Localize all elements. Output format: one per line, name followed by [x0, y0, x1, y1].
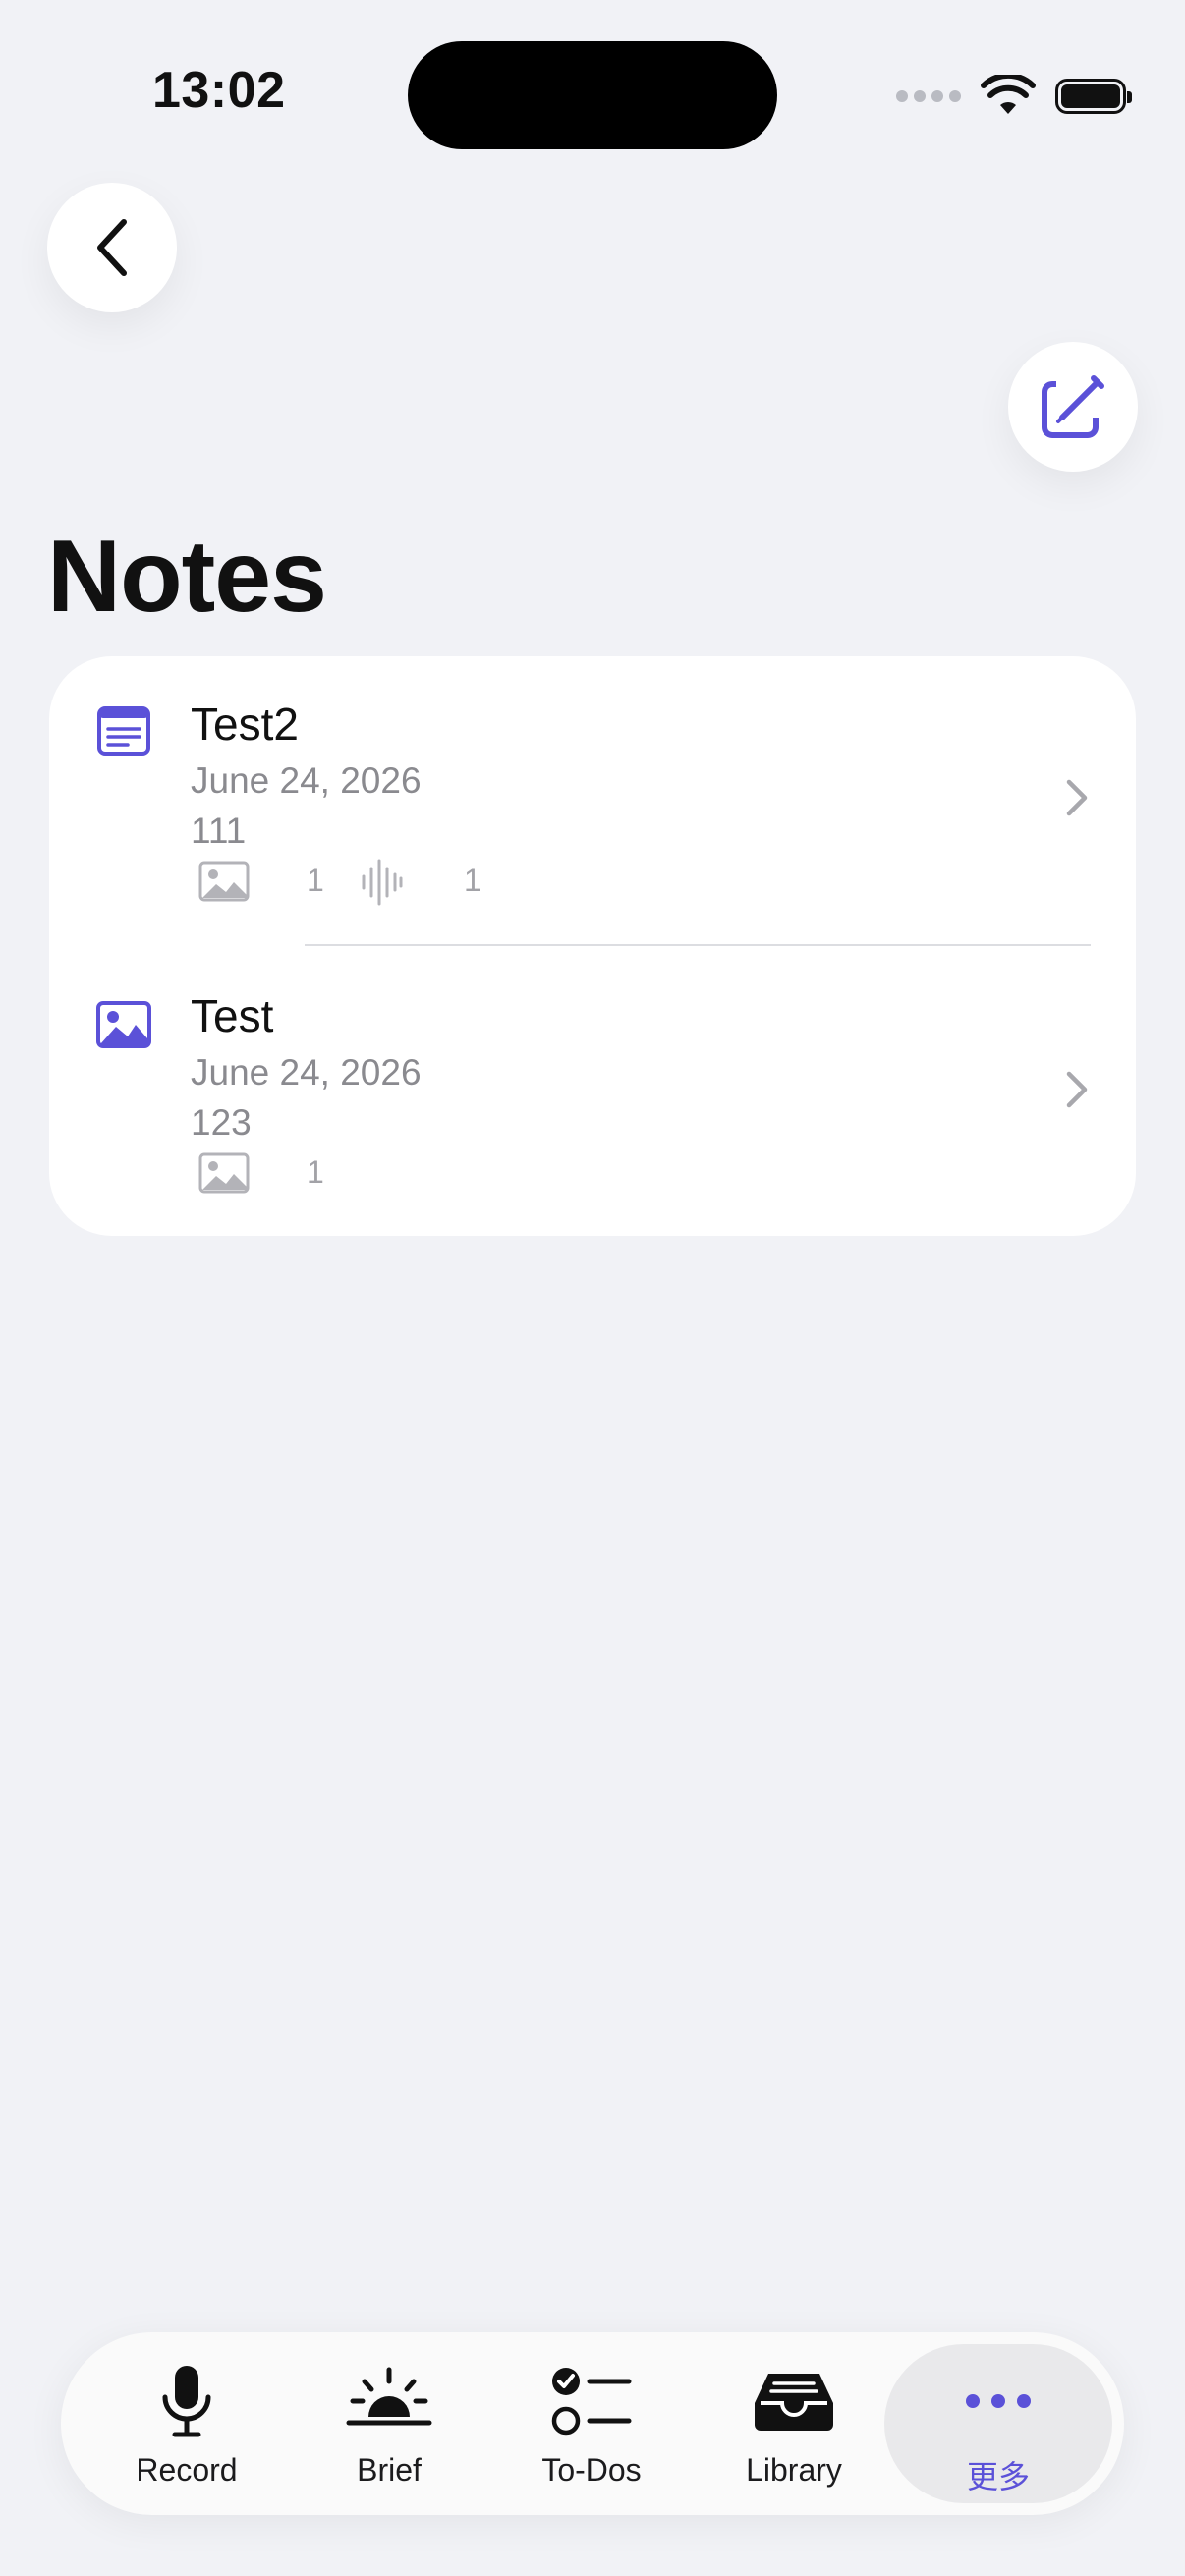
note-divider — [305, 944, 1091, 946]
tab-label: To-Dos — [541, 2452, 642, 2488]
audio-count: 1 — [464, 863, 481, 898]
note-title: Test — [191, 990, 274, 1041]
tray-icon — [755, 2374, 833, 2431]
tab-todos[interactable]: To-Dos — [493, 2332, 690, 2515]
status-indicators — [896, 69, 1132, 124]
chevron-right-icon — [1066, 1071, 1088, 1108]
dynamic-island — [408, 41, 777, 149]
tab-record[interactable]: Record — [88, 2332, 285, 2515]
battery-icon — [1055, 79, 1132, 114]
tab-label: Brief — [357, 2452, 422, 2488]
note-row-test2[interactable]: Test2 June 24, 2026 111 1 1 — [49, 656, 1136, 947]
image-count: 1 — [307, 1154, 324, 1190]
note-preview: 111 — [191, 811, 247, 851]
tab-label: Library — [746, 2452, 842, 2488]
sunrise-icon — [346, 2367, 432, 2426]
page-title: Notes — [47, 520, 327, 634]
tab-more[interactable]: 更多 — [900, 2332, 1097, 2515]
note-date: June 24, 2026 — [191, 1052, 422, 1092]
back-button[interactable] — [47, 183, 177, 312]
status-time: 13:02 — [152, 62, 286, 119]
compose-icon — [1042, 374, 1104, 438]
tab-brief[interactable]: Brief — [291, 2332, 487, 2515]
notes-list: Test2 June 24, 2026 111 1 1 Test June 24… — [49, 656, 1136, 1236]
photo-icon — [96, 1001, 151, 1048]
checklist-icon — [551, 2368, 632, 2436]
more-icon — [966, 2394, 1031, 2408]
chevron-right-icon — [1066, 779, 1088, 816]
chevron-left-icon — [97, 219, 127, 276]
tab-label: 更多 — [966, 2459, 1030, 2494]
image-attachment-icon — [198, 861, 250, 902]
tab-bar: Record Brief To-Dos Library 更多 — [61, 2332, 1124, 2515]
image-count: 1 — [307, 863, 324, 898]
cellular-signal-icon — [896, 90, 961, 102]
note-row-test[interactable]: Test June 24, 2026 123 1 — [49, 948, 1136, 1239]
tab-library[interactable]: Library — [696, 2332, 892, 2515]
waveform-icon — [362, 859, 403, 906]
wifi-icon — [981, 75, 1036, 114]
tab-label: Record — [136, 2452, 238, 2488]
note-title: Test2 — [191, 699, 299, 750]
image-attachment-icon — [198, 1152, 250, 1194]
document-icon — [97, 706, 150, 756]
microphone-icon — [162, 2366, 211, 2437]
note-preview: 123 — [191, 1102, 252, 1143]
note-date: June 24, 2026 — [191, 760, 422, 801]
compose-note-button[interactable] — [1008, 342, 1138, 472]
